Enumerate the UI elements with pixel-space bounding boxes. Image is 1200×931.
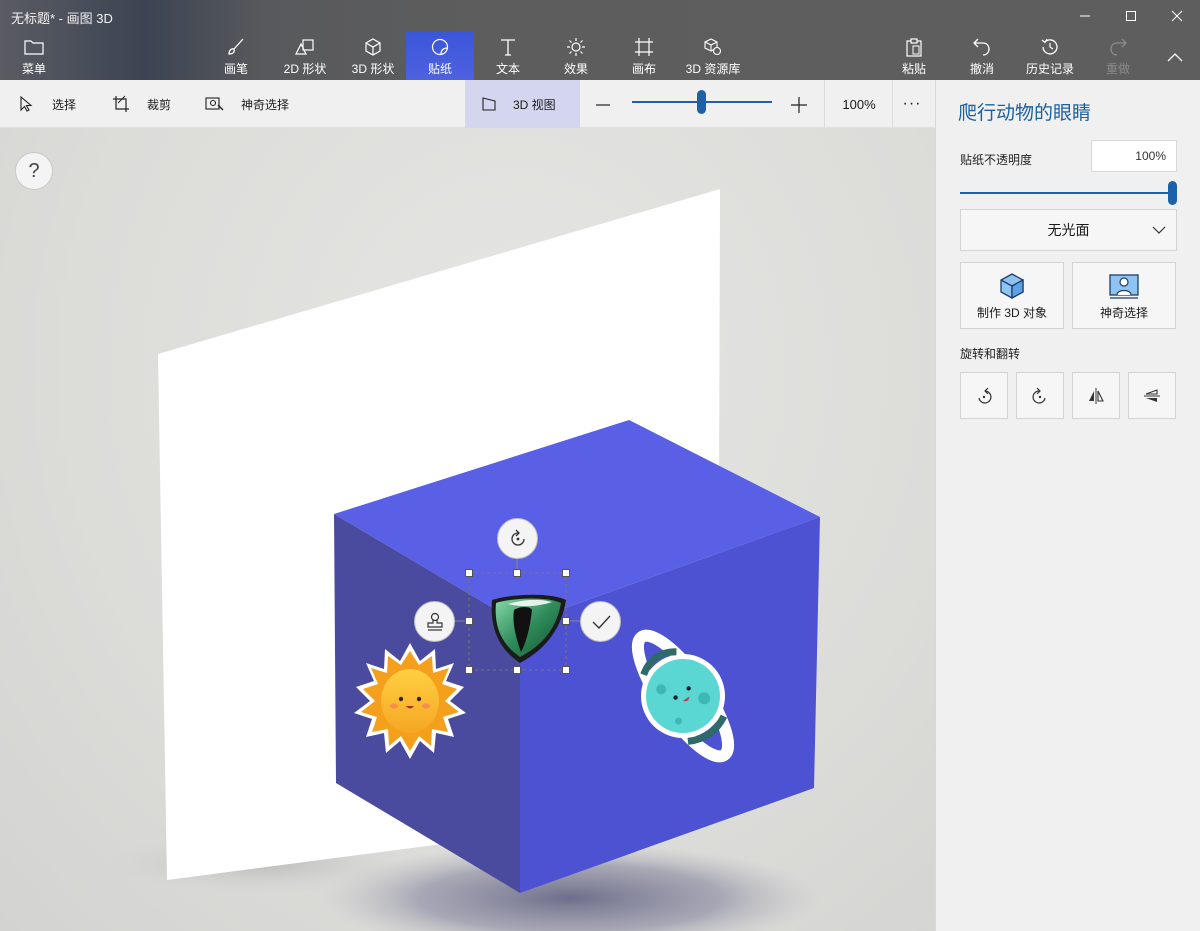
tab-brush[interactable]: 画笔 (213, 34, 259, 78)
finish-dropdown[interactable]: 无光面 (960, 209, 1177, 251)
window-title: 无标题* - 画图 3D (11, 11, 113, 26)
undo-button[interactable]: 撤消 (965, 34, 999, 78)
undo-icon (972, 36, 992, 58)
opacity-input[interactable]: 100% (1091, 140, 1177, 172)
canvas-area[interactable]: ? (0, 128, 935, 931)
tab-3d-library[interactable]: 3D 资源库 (682, 34, 744, 78)
rotate-flip-label: 旋转和翻转 (960, 347, 1021, 361)
checkmark-icon (592, 615, 611, 629)
make-3d-button[interactable]: 制作 3D 对象 (960, 262, 1064, 329)
finish-dropdown-value: 无光面 (1047, 222, 1090, 238)
zoom-out-button[interactable] (592, 94, 614, 116)
close-icon (1171, 10, 1183, 22)
history-button[interactable]: 历史记录 (1023, 34, 1077, 78)
minimize-button[interactable] (1062, 0, 1108, 32)
help-button[interactable]: ? (15, 152, 53, 190)
stamp-icon (426, 612, 443, 631)
tab-2d-shapes[interactable]: 2D 形状 (279, 34, 331, 78)
select-tool[interactable]: 选择 (16, 80, 76, 128)
cursor-icon (16, 96, 36, 112)
stamp-button[interactable] (414, 601, 455, 642)
tool-bar: 选择 裁剪 神奇选择 3D 视图 100% ··· (0, 80, 935, 128)
flip-vertical-icon (1144, 388, 1160, 402)
tab-3d-shapes[interactable]: 3D 形状 (347, 34, 399, 78)
tab-text[interactable]: 文本 (490, 34, 526, 78)
zoom-level[interactable]: 100% (826, 80, 892, 128)
effects-icon (566, 36, 586, 58)
rotate-icon (510, 529, 525, 546)
opacity-slider-track[interactable] (960, 192, 1174, 194)
crop-tool[interactable]: 裁剪 (111, 80, 171, 128)
rotate-left-icon (978, 387, 992, 404)
minus-icon (596, 104, 610, 106)
rotate-handle[interactable] (497, 518, 538, 559)
crop-icon (111, 95, 131, 113)
flip-horizontal-button[interactable] (1072, 372, 1120, 419)
magic-select-panel-button[interactable]: 神奇选择 (1072, 262, 1176, 329)
flip-horizontal-icon (1089, 387, 1104, 404)
tab-canvas[interactable]: 画布 (626, 34, 662, 78)
redo-button[interactable]: 重做 (1101, 34, 1135, 78)
history-icon (1040, 36, 1060, 58)
text-icon (499, 36, 517, 58)
menu-button[interactable]: 菜单 (14, 34, 54, 78)
magic-select-icon (205, 96, 225, 112)
zoom-in-button[interactable] (788, 94, 810, 116)
more-options-button[interactable]: ··· (896, 80, 928, 128)
minimize-icon (1080, 15, 1090, 17)
chevron-up-icon (1167, 53, 1183, 62)
3d-view-icon (481, 96, 497, 112)
paste-button[interactable]: 粘贴 (897, 34, 931, 78)
magic-select-person-icon (1108, 271, 1140, 301)
rotate-right-button[interactable] (1016, 372, 1064, 419)
properties-panel: 爬行动物的眼睛 贴纸不透明度 100% 无光面 制作 3D 对象 神奇选择 旋转… (935, 80, 1200, 931)
divider (824, 80, 825, 128)
3d-cube-icon (998, 271, 1026, 301)
maximize-button[interactable] (1108, 0, 1154, 32)
3d-library-icon (703, 36, 723, 58)
folder-icon (24, 36, 44, 58)
zoom-slider-thumb[interactable] (697, 90, 706, 114)
3d-shapes-icon (363, 36, 383, 58)
opacity-label: 贴纸不透明度 (960, 153, 1033, 167)
rotate-left-button[interactable] (960, 372, 1008, 419)
opacity-slider-thumb[interactable] (1168, 181, 1177, 205)
tab-effects[interactable]: 效果 (558, 34, 594, 78)
maximize-icon (1126, 11, 1136, 21)
title-bar: 无标题* - 画图 3D 菜单 画笔 2D 形状 3D 形状 贴纸 文本 效果 … (0, 0, 1200, 80)
paste-icon (905, 36, 923, 58)
chevron-down-icon (1152, 226, 1166, 234)
3d-scene (110, 189, 820, 931)
commit-button[interactable] (580, 601, 621, 642)
rotate-right-icon (1032, 387, 1046, 404)
canvas-icon (634, 36, 654, 58)
magic-select-tool[interactable]: 神奇选择 (205, 80, 289, 128)
flip-vertical-button[interactable] (1128, 372, 1176, 419)
menu-label: 菜单 (21, 62, 46, 76)
2d-shapes-icon (294, 36, 316, 58)
divider (892, 80, 893, 128)
3d-view-toggle[interactable]: 3D 视图 (465, 80, 580, 128)
panel-title: 爬行动物的眼睛 (958, 103, 1092, 124)
collapse-ribbon-button[interactable] (1160, 34, 1190, 80)
tab-stickers[interactable]: 贴纸 (406, 32, 474, 80)
redo-icon (1108, 36, 1128, 58)
plus-icon (791, 97, 807, 113)
stickers-icon (430, 36, 450, 58)
brush-icon (226, 36, 246, 58)
close-button[interactable] (1154, 0, 1200, 32)
